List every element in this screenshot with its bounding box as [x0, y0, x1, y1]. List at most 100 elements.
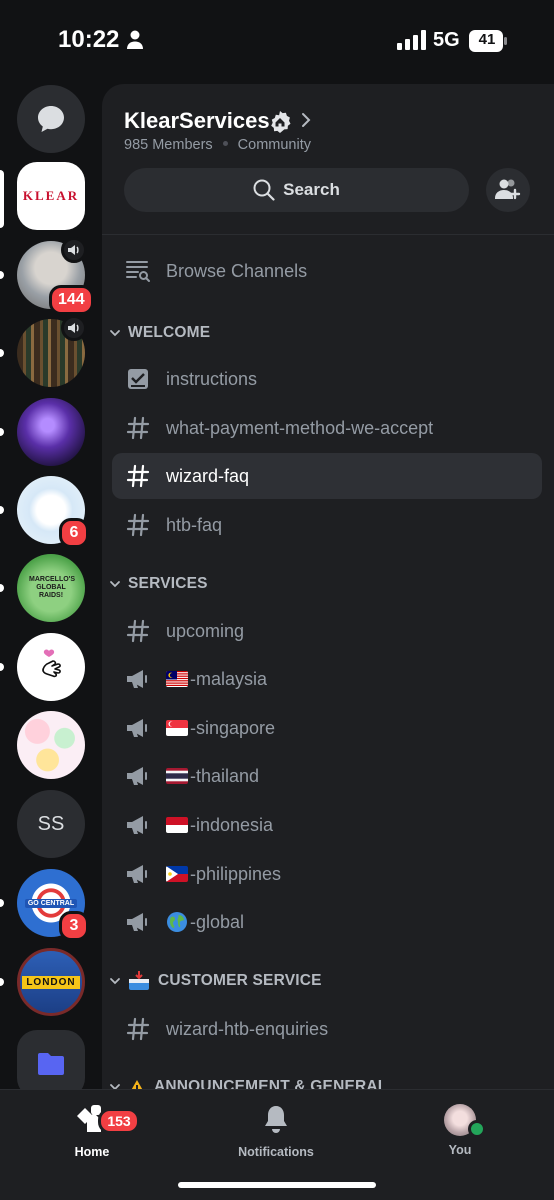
server-pokemon-go-london[interactable]: LONDON [17, 948, 85, 1016]
channel-label: -philippines [190, 863, 282, 884]
channel-htb-faq[interactable]: htb-faq [112, 502, 542, 548]
online-status-indicator [468, 1120, 486, 1138]
hashtag-icon [124, 617, 152, 645]
chevron-down-icon [110, 330, 120, 337]
channel-label: htb-faq [166, 514, 223, 535]
rules-channel-icon [124, 365, 152, 393]
status-bar: 10:22 5G 41 [0, 0, 554, 84]
announcement-icon [124, 665, 152, 693]
chevron-down-icon [110, 978, 120, 985]
channel-label: -indonesia [190, 814, 274, 835]
add-user-icon [495, 179, 521, 200]
server-cute-stickers[interactable] [17, 711, 85, 779]
chevron-down-icon [110, 581, 120, 588]
person-icon [127, 30, 143, 49]
network-type: 5G [433, 29, 460, 51]
channel-philippines[interactable]: -philippines [112, 851, 542, 897]
server-name[interactable]: KlearServices [124, 108, 270, 134]
channel-label: instructions [166, 368, 258, 389]
channel-malaysia[interactable]: -malaysia [112, 656, 542, 702]
home-indicator [178, 1182, 376, 1188]
channel-singapore[interactable]: -singapore [112, 705, 542, 751]
speaker-icon [61, 237, 87, 263]
member-count: 985 Members [124, 137, 213, 153]
unread-indicator [0, 663, 4, 671]
channel-label: what-payment-method-we-accept [166, 417, 434, 438]
folder-icon [38, 1053, 64, 1075]
unread-indicator [0, 428, 4, 436]
warning-icon [131, 1080, 143, 1089]
globe-icon [167, 912, 187, 932]
cellular-signal-icon [397, 30, 426, 50]
marcellos-logo: MARCELLO'S GLOBAL RAIDS! [29, 576, 75, 599]
hashtag-icon [124, 1015, 152, 1043]
search-button[interactable]: Search [124, 168, 469, 212]
speaker-icon [61, 315, 87, 341]
unread-indicator [0, 899, 4, 907]
unread-indicator [0, 978, 4, 986]
channel-thailand[interactable]: -thailand [112, 753, 542, 799]
unread-indicator [0, 506, 4, 514]
mention-badge: 144 [49, 285, 94, 315]
category-announcement-general[interactable]: ANNOUNCEMENT & GENERAL [108, 1074, 387, 1089]
channel-global[interactable]: -global [112, 899, 542, 945]
unread-indicator [0, 584, 4, 592]
community-label: Community [237, 137, 311, 153]
chevron-right-icon[interactable] [300, 112, 312, 128]
unread-indicator [0, 271, 4, 279]
finger-heart-icon [42, 649, 61, 678]
announcement-icon [124, 860, 152, 888]
channel-panel: KlearServices 985 Members Community Searc… [102, 84, 554, 1089]
unread-indicator [0, 349, 4, 357]
tab-label: You [448, 1143, 472, 1157]
announcement-icon [124, 714, 152, 742]
announcement-icon [124, 908, 152, 936]
server-folder[interactable] [17, 1030, 85, 1089]
category-label: WELCOME [128, 324, 211, 341]
server-initials: SS [37, 812, 65, 835]
header-divider [102, 234, 554, 235]
tab-you[interactable]: You [400, 1104, 520, 1157]
server-voice-1[interactable]: 144 [17, 237, 94, 315]
channel-upcoming[interactable]: upcoming [112, 608, 542, 654]
thailand-flag-icon [166, 767, 188, 784]
channel-indonesia[interactable]: -indonesia [112, 802, 542, 848]
tab-home[interactable]: 153 Home [32, 1104, 152, 1159]
hashtag-icon [124, 414, 152, 442]
singapore-flag-icon [166, 719, 188, 736]
mention-badge: 6 [59, 518, 89, 548]
category-label: SERVICES [128, 575, 208, 592]
direct-messages-button[interactable] [17, 85, 85, 153]
channel-instructions[interactable]: instructions [112, 356, 542, 402]
channel-label: -singapore [190, 717, 276, 738]
channel-wizard-htb-enquiries[interactable]: wizard-htb-enquiries [112, 1006, 542, 1052]
server-go-central[interactable]: GO CENTRAL 3 [17, 869, 89, 941]
channel-wizard-faq[interactable]: wizard-faq [112, 453, 542, 499]
announcement-icon [124, 811, 152, 839]
invite-members-button[interactable] [486, 168, 530, 212]
server-icon-image [17, 711, 85, 779]
server-ss[interactable]: SS [17, 790, 85, 858]
klear-logo: KLEAR [22, 188, 80, 203]
category-welcome[interactable]: WELCOME [108, 320, 210, 346]
server-marcellos-global-raids[interactable]: MARCELLO'S GLOBAL RAIDS! [17, 554, 85, 622]
tab-notifications[interactable]: Notifications [216, 1104, 336, 1159]
server-klear[interactable]: KLEAR [17, 162, 85, 230]
category-services[interactable]: SERVICES [108, 571, 208, 597]
server-bookshelf[interactable] [17, 315, 87, 387]
server-purple[interactable] [17, 398, 85, 466]
category-customer-service[interactable]: CUSTOMER SERVICE [108, 968, 322, 994]
server-meta: 985 Members Community [124, 137, 311, 153]
category-label: ANNOUNCEMENT & GENERAL [154, 1078, 388, 1089]
chat-bubble-icon [38, 106, 64, 132]
announcement-icon [124, 762, 152, 790]
active-server-indicator [0, 170, 4, 228]
search-icon [253, 179, 275, 201]
server-finger-heart[interactable] [17, 633, 85, 701]
channel-what-payment-method-we-accept[interactable]: what-payment-method-we-accept [112, 405, 542, 451]
browse-channels-button[interactable]: Browse Channels [112, 248, 542, 294]
server-cinnamoroll[interactable]: 6 [17, 476, 89, 548]
community-badge-icon [271, 111, 291, 133]
hashtag-icon [124, 462, 152, 490]
philippines-flag-icon [166, 865, 188, 882]
